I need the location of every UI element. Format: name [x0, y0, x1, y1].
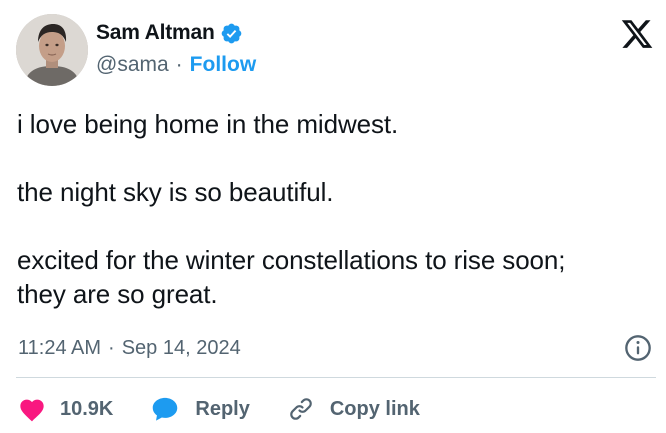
tweet-embed: Sam Altman @sama · Follow i love being h… — [0, 0, 666, 433]
reply-label: Reply — [195, 397, 250, 420]
tweet-line: i love being home in the midwest. — [17, 109, 399, 139]
copy-link-button[interactable]: Copy link — [288, 396, 420, 422]
author-name-row: Sam Altman — [96, 20, 243, 46]
heart-icon — [18, 396, 46, 422]
tweet-line: they are so great. — [17, 279, 218, 309]
follow-button[interactable]: Follow — [190, 53, 257, 77]
author-handle[interactable]: @sama — [96, 53, 169, 77]
avatar[interactable] — [16, 14, 88, 86]
tweet-text: i love being home in the midwest. the ni… — [17, 107, 649, 311]
tweet-time: 11:24 AM — [18, 336, 102, 359]
action-bar: 10.9K Reply Copy link — [18, 394, 420, 424]
reply-button[interactable]: Reply — [151, 396, 250, 422]
handle-separator: · — [175, 53, 183, 76]
author-handle-row: @sama · Follow — [96, 52, 256, 78]
tweet-date: Sep 14, 2024 — [121, 336, 241, 359]
x-logo-icon[interactable] — [620, 17, 654, 51]
tweet-line: the night sky is so beautiful. — [17, 177, 334, 207]
tweet-timestamp[interactable]: 11:24 AM · Sep 14, 2024 — [18, 335, 241, 361]
divider — [16, 377, 656, 378]
link-icon — [288, 396, 314, 422]
like-count: 10.9K — [60, 397, 114, 420]
copy-link-label: Copy link — [329, 397, 420, 420]
author-display-name[interactable]: Sam Altman — [96, 21, 215, 45]
speech-bubble-icon — [151, 396, 179, 422]
tweet-line: excited for the winter constellations to… — [17, 245, 566, 275]
timestamp-separator: · — [108, 336, 115, 359]
verified-badge-icon — [220, 22, 243, 45]
like-button[interactable]: 10.9K — [18, 396, 113, 422]
info-icon[interactable] — [624, 334, 652, 362]
